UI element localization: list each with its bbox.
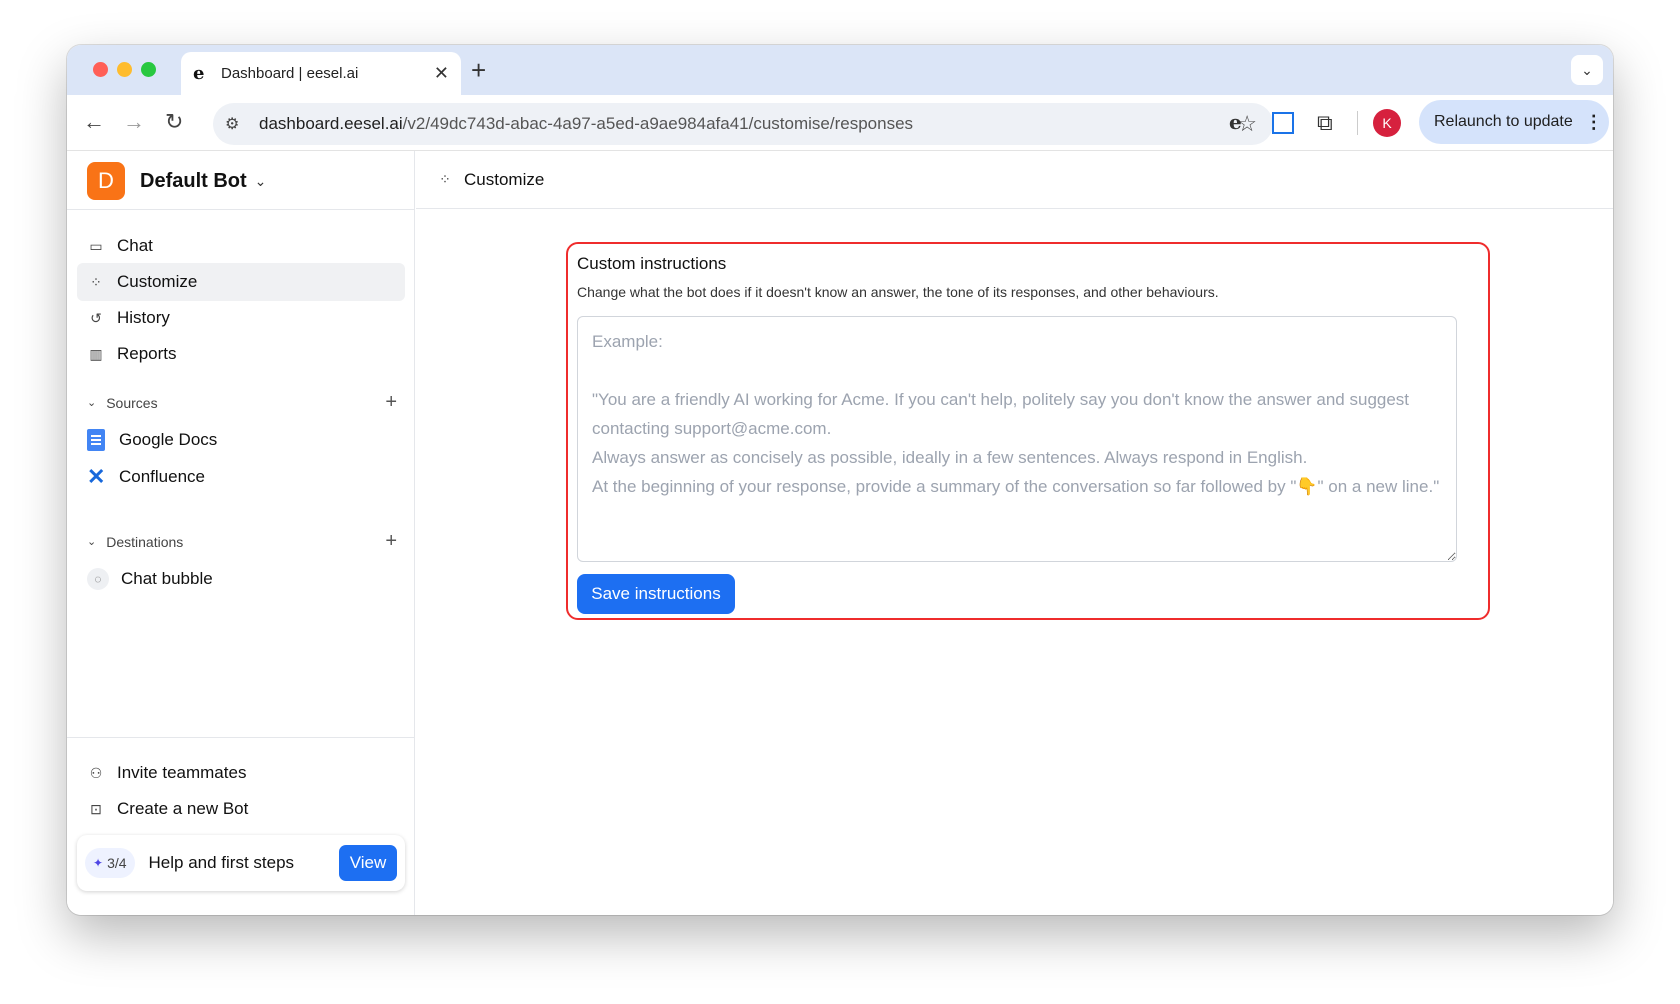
sidebar-item-label: Customize <box>117 272 198 291</box>
sidebar-divider <box>67 209 415 210</box>
card-description: Change what the bot does if it doesn't k… <box>577 284 1219 300</box>
relaunch-button[interactable]: Relaunch to update ⋮ <box>1419 100 1609 144</box>
bot-switcher[interactable]: D Default Bot ⌄ <box>87 162 266 200</box>
custom-instructions-card: Custom instructions Change what the bot … <box>566 242 1490 620</box>
app-content: D Default Bot ⌄ ▭ Chat ⁘ Customize ↺ His… <box>67 151 1613 915</box>
browser-window: e Dashboard | eesel.ai ✕ + ⌄ ← → ↻ ⚙ das… <box>67 45 1613 915</box>
destinations-section-header[interactable]: ⌄ Destinations + <box>87 530 397 553</box>
sidebar-item-customize[interactable]: ⁘ Customize <box>77 263 405 301</box>
destinations-label: Destinations <box>106 533 184 550</box>
screenshot-extension-icon[interactable] <box>1272 112 1294 134</box>
profile-avatar[interactable]: K <box>1373 109 1401 137</box>
forward-icon[interactable]: → <box>123 109 145 135</box>
toolbar-divider <box>1357 111 1358 135</box>
sources-label: Sources <box>106 394 158 411</box>
eesel-favicon-icon: e <box>193 63 205 84</box>
chat-icon: ▭ <box>89 237 103 254</box>
relaunch-label: Relaunch to update <box>1434 113 1573 130</box>
browser-tab[interactable]: e Dashboard | eesel.ai ✕ <box>181 52 461 95</box>
new-tab-button[interactable]: + <box>471 57 486 83</box>
chevron-down-icon: ⌄ <box>254 172 267 189</box>
bot-icon: ⊡ <box>90 800 102 817</box>
source-label: Confluence <box>119 467 206 486</box>
bot-name: Default Bot <box>140 169 247 192</box>
minimize-window-button[interactable] <box>117 62 132 77</box>
customize-icon: ⁘ <box>90 273 102 290</box>
extensions-puzzle-icon[interactable]: ⧉ <box>1317 110 1333 136</box>
browser-toolbar: ← → ↻ ⚙ dashboard.eesel.ai/v2/49dc743d-a… <box>67 95 1613 151</box>
page-title: Customize <box>464 169 545 189</box>
create-bot-label: Create a new Bot <box>117 799 249 818</box>
sidebar-item-label: Reports <box>117 344 177 363</box>
card-title: Custom instructions <box>577 254 727 273</box>
sparkle-icon: ✦ <box>93 856 104 870</box>
close-window-button[interactable] <box>93 62 108 77</box>
tab-title: Dashboard | eesel.ai <box>221 65 359 82</box>
bot-avatar: D <box>87 162 125 200</box>
sidebar-item-reports[interactable]: ▥ Reports <box>77 335 405 373</box>
url-text[interactable]: dashboard.eesel.ai/v2/49dc743d-abac-4a97… <box>259 114 1237 134</box>
help-label: Help and first steps <box>148 853 295 872</box>
add-destination-button[interactable]: + <box>385 530 397 553</box>
help-first-steps-card[interactable]: ✦ 3/4 Help and first steps View <box>77 835 405 891</box>
sidebar-item-label: Chat <box>117 236 153 255</box>
tab-search-button[interactable]: ⌄ <box>1571 55 1603 85</box>
maximize-window-button[interactable] <box>141 62 156 77</box>
destination-chat-bubble[interactable]: ◌ Chat bubble <box>87 568 213 590</box>
customize-icon: ⁘ <box>439 171 451 187</box>
create-bot-button[interactable]: ⊡ Create a new Bot <box>77 790 405 828</box>
reload-icon[interactable]: ↻ <box>165 109 183 135</box>
invite-user-icon: ⚇ <box>89 764 103 781</box>
instructions-textarea[interactable] <box>577 316 1457 562</box>
main-panel: ⁘ Customize Custom instructions Change w… <box>416 151 1613 915</box>
view-button[interactable]: View <box>339 845 397 881</box>
progress-text: 3/4 <box>107 855 127 871</box>
sources-section-header[interactable]: ⌄ Sources + <box>87 391 397 414</box>
url-path: /v2/49dc743d-abac-4a97-a5ed-a9ae984afa41… <box>402 114 914 133</box>
invite-teammates-button[interactable]: ⚇ Invite teammates <box>77 754 405 792</box>
sidebar-bottom-divider <box>67 737 415 738</box>
sidebar-item-history[interactable]: ↺ History <box>77 299 405 337</box>
invite-label: Invite teammates <box>117 763 247 782</box>
sidebar: D Default Bot ⌄ ▭ Chat ⁘ Customize ↺ His… <box>67 151 415 915</box>
sidebar-item-chat[interactable]: ▭ Chat <box>77 227 405 265</box>
tab-strip: e Dashboard | eesel.ai ✕ + ⌄ <box>67 45 1613 95</box>
reports-icon: ▥ <box>89 345 103 362</box>
site-info-icon[interactable]: ⚙ <box>225 114 251 134</box>
source-label: Google Docs <box>119 430 218 449</box>
source-confluence[interactable]: ✕ Confluence <box>87 464 206 489</box>
chevron-down-icon: ⌄ <box>87 536 97 548</box>
tab-close-icon[interactable]: ✕ <box>434 63 449 84</box>
add-source-button[interactable]: + <box>385 391 397 414</box>
url-host: dashboard.eesel.ai <box>259 114 403 133</box>
address-bar[interactable]: ⚙ dashboard.eesel.ai/v2/49dc743d-abac-4a… <box>213 103 1273 145</box>
more-menu-icon[interactable]: ⋮ <box>1585 112 1603 133</box>
destination-label: Chat bubble <box>121 569 213 588</box>
eesel-extension-icon[interactable]: e <box>1229 110 1242 134</box>
back-icon[interactable]: ← <box>83 109 105 135</box>
google-docs-icon <box>87 429 105 451</box>
chat-bubble-icon: ◌ <box>87 568 109 590</box>
source-google-docs[interactable]: Google Docs <box>87 429 217 451</box>
save-instructions-button[interactable]: Save instructions <box>577 574 735 614</box>
sidebar-item-label: History <box>117 308 170 327</box>
chevron-down-icon: ⌄ <box>87 397 97 409</box>
page-header: ⁘ Customize <box>416 151 1613 209</box>
progress-badge: ✦ 3/4 <box>85 848 135 878</box>
history-icon: ↺ <box>90 309 102 326</box>
confluence-icon: ✕ <box>87 464 106 489</box>
